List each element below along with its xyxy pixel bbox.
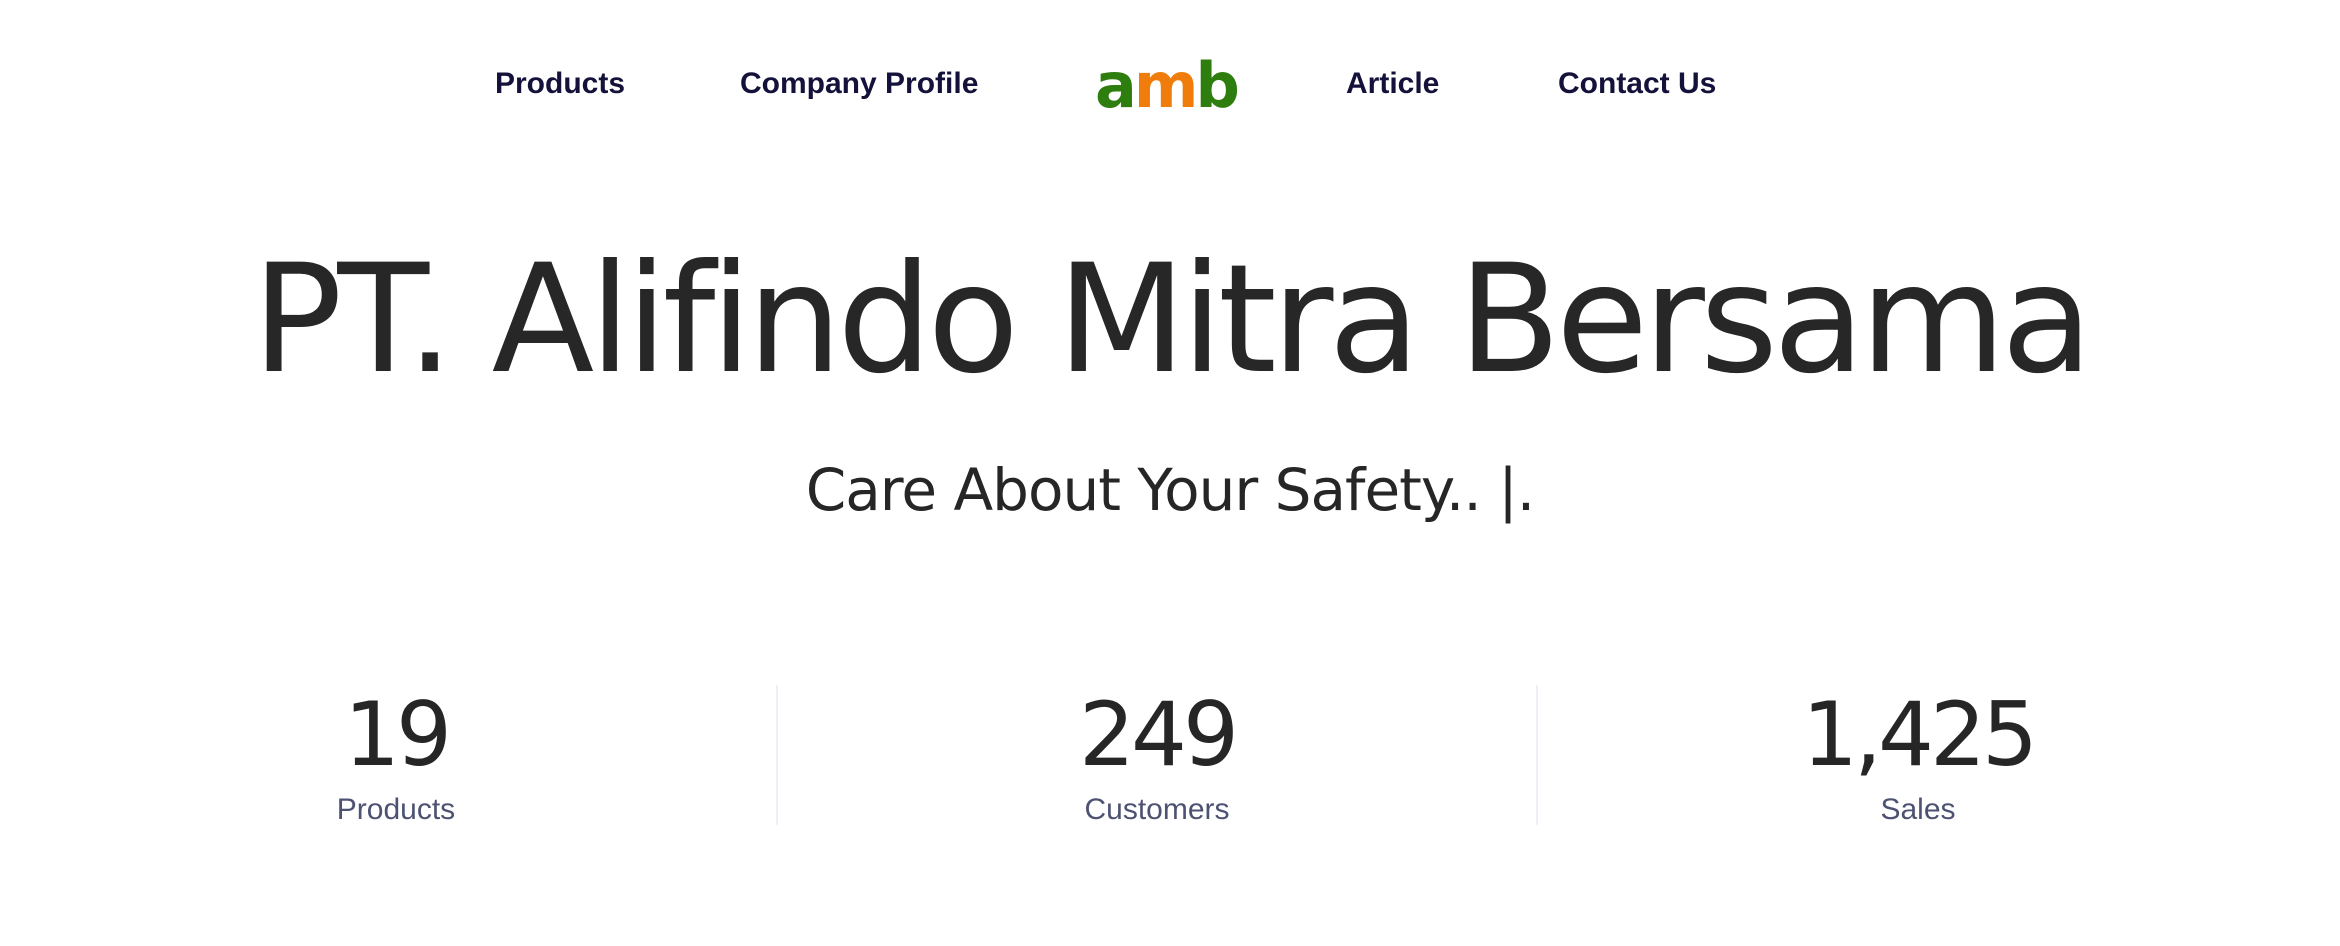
stat-label: Customers (1084, 793, 1230, 826)
stat-sales: 1,425 Sales (1668, 680, 2168, 830)
nav-link-article[interactable]: Article (1346, 62, 1439, 106)
logo-letter-b: b (1195, 49, 1239, 122)
stat-value: 19 (344, 683, 452, 786)
stats-divider (1536, 685, 1538, 825)
stat-label: Products (336, 793, 456, 826)
nav-link-products[interactable]: Products (495, 62, 625, 106)
hero-subtitle: Care About Your Safety.. |. (805, 456, 1535, 524)
amb-logo[interactable]: amb (1095, 49, 1240, 122)
logo-letter-a: a (1095, 49, 1137, 122)
nav-link-contact-us[interactable]: Contact Us (1558, 62, 1716, 106)
stat-label: Sales (1880, 793, 1956, 826)
hero-title: PT. Alifindo Mitra Bersama (252, 233, 2093, 407)
stat-value: 1,425 (1802, 683, 2038, 786)
stat-customers: 249 Customers (907, 680, 1407, 830)
nav-link-company-profile[interactable]: Company Profile (740, 62, 978, 106)
logo-letter-m: m (1133, 49, 1199, 122)
stats-section: 19 Products 249 Customers 1,425 Sales (0, 680, 2340, 830)
stats-divider (776, 685, 778, 825)
stat-products: 19 Products (146, 680, 646, 830)
stat-value: 249 (1079, 683, 1239, 786)
top-navigation: Products Company Profile amb Article Con… (0, 0, 2340, 170)
